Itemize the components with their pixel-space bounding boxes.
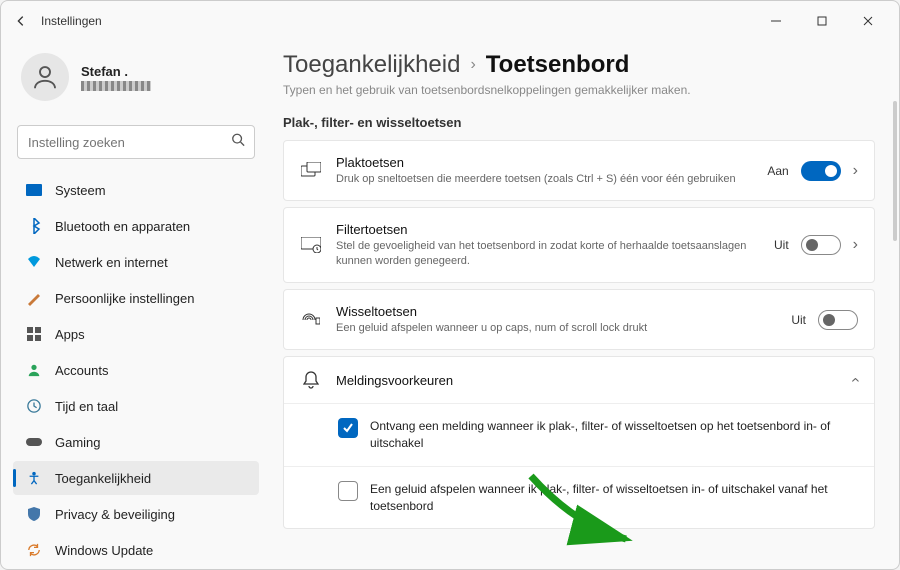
pref-sound-checkbox[interactable] <box>338 481 358 501</box>
toggle-keys-sub: Een geluid afspelen wanneer u op caps, n… <box>336 321 777 335</box>
back-button[interactable] <box>9 9 33 33</box>
maximize-button[interactable] <box>799 5 845 37</box>
check-icon <box>342 422 354 434</box>
filter-keys-state: Uit <box>774 238 789 252</box>
sidebar-item-accessibility[interactable]: Toegankelijkheid <box>13 461 259 495</box>
sidebar-item-apps[interactable]: Apps <box>13 317 259 351</box>
accounts-icon <box>25 361 43 379</box>
arrow-left-icon <box>14 14 28 28</box>
sticky-keys-toggle[interactable] <box>801 161 841 181</box>
sidebar-item-gaming[interactable]: Gaming <box>13 425 259 459</box>
update-icon <box>25 541 43 559</box>
profile-block[interactable]: Stefan . <box>13 45 259 117</box>
privacy-icon <box>25 505 43 523</box>
sidebar-item-network[interactable]: Netwerk en internet <box>13 245 259 279</box>
filter-keys-toggle[interactable] <box>801 235 841 255</box>
pref-notify-label: Ontvang een melding wanneer ik plak-, fi… <box>370 418 858 452</box>
sidebar-item-update[interactable]: Windows Update <box>13 533 259 567</box>
pref-sound-label: Een geluid afspelen wanneer ik plak-, fi… <box>370 481 858 515</box>
sticky-keys-icon <box>300 162 322 180</box>
filter-keys-card[interactable]: Filtertoetsen Stel de gevoeligheid van h… <box>283 207 875 283</box>
settings-window: Instellingen Stefan . <box>0 0 900 570</box>
bell-icon <box>300 371 322 389</box>
page-description-truncated: Typen en het gebruik van toetsenbordsnel… <box>283 83 875 97</box>
filter-keys-title: Filtertoetsen <box>336 222 760 237</box>
gaming-icon <box>25 433 43 451</box>
filter-keys-sub: Stel de gevoeligheid van het toetsenbord… <box>336 239 760 268</box>
toggle-keys-icon <box>300 312 322 328</box>
pref-notify-row: Ontvang een melding wanneer ik plak-, fi… <box>284 403 874 466</box>
main-panel: Toegankelijkheid › Toetsenbord Typen en … <box>271 41 899 569</box>
titlebar: Instellingen <box>1 1 899 41</box>
sidebar: Stefan . Systeem Bluetooth en apparaten … <box>1 41 271 569</box>
personalization-icon <box>25 289 43 307</box>
sticky-keys-sub: Druk op sneltoetsen die meerdere toetsen… <box>336 172 753 186</box>
bluetooth-icon <box>25 217 43 235</box>
nav: Systeem Bluetooth en apparaten Netwerk e… <box>13 173 259 567</box>
profile-email-redacted <box>81 81 151 91</box>
profile-name: Stefan . <box>81 64 151 79</box>
pref-sound-row: Een geluid afspelen wanneer ik plak-, fi… <box>284 466 874 529</box>
toggle-keys-state: Uit <box>791 313 806 327</box>
sidebar-item-privacy[interactable]: Privacy & beveiliging <box>13 497 259 531</box>
sticky-keys-card[interactable]: Plaktoetsen Druk op sneltoetsen die meer… <box>283 140 875 201</box>
user-icon <box>30 62 60 92</box>
notification-prefs-card: Meldingsvoorkeuren › Ontvang een melding… <box>283 356 875 529</box>
toggle-keys-card[interactable]: Wisseltoetsen Een geluid afspelen wannee… <box>283 289 875 350</box>
pref-notify-checkbox[interactable] <box>338 418 358 438</box>
notification-prefs-header[interactable]: Meldingsvoorkeuren › <box>284 357 874 403</box>
chevron-right-icon: › <box>853 162 858 180</box>
filter-keys-icon <box>300 237 322 253</box>
accessibility-icon <box>25 469 43 487</box>
toggle-keys-toggle[interactable] <box>818 310 858 330</box>
avatar <box>21 53 69 101</box>
sticky-keys-state: Aan <box>767 164 788 178</box>
time-icon <box>25 397 43 415</box>
chevron-up-icon: › <box>846 378 864 383</box>
sidebar-item-time[interactable]: Tijd en taal <box>13 389 259 423</box>
chevron-right-icon: › <box>853 236 858 254</box>
minimize-button[interactable] <box>753 5 799 37</box>
close-button[interactable] <box>845 5 891 37</box>
sidebar-item-personalization[interactable]: Persoonlijke instellingen <box>13 281 259 315</box>
scrollbar[interactable] <box>893 101 897 241</box>
window-title: Instellingen <box>41 14 102 28</box>
network-icon <box>25 253 43 271</box>
sidebar-item-bluetooth[interactable]: Bluetooth en apparaten <box>13 209 259 243</box>
search-box <box>17 125 255 159</box>
chevron-right-icon: › <box>470 56 475 74</box>
sidebar-item-system[interactable]: Systeem <box>13 173 259 207</box>
notification-prefs-title: Meldingsvoorkeuren <box>336 373 839 388</box>
sticky-keys-title: Plaktoetsen <box>336 155 753 170</box>
page-title: Toetsenbord <box>486 51 630 79</box>
apps-icon <box>25 325 43 343</box>
search-input[interactable] <box>17 125 255 159</box>
breadcrumb-parent[interactable]: Toegankelijkheid <box>283 51 460 79</box>
section-title: Plak-, filter- en wisseltoetsen <box>283 115 875 130</box>
search-icon <box>231 133 245 152</box>
toggle-keys-title: Wisseltoetsen <box>336 304 777 319</box>
system-icon <box>25 181 43 199</box>
sidebar-item-accounts[interactable]: Accounts <box>13 353 259 387</box>
breadcrumb: Toegankelijkheid › Toetsenbord <box>283 51 875 79</box>
